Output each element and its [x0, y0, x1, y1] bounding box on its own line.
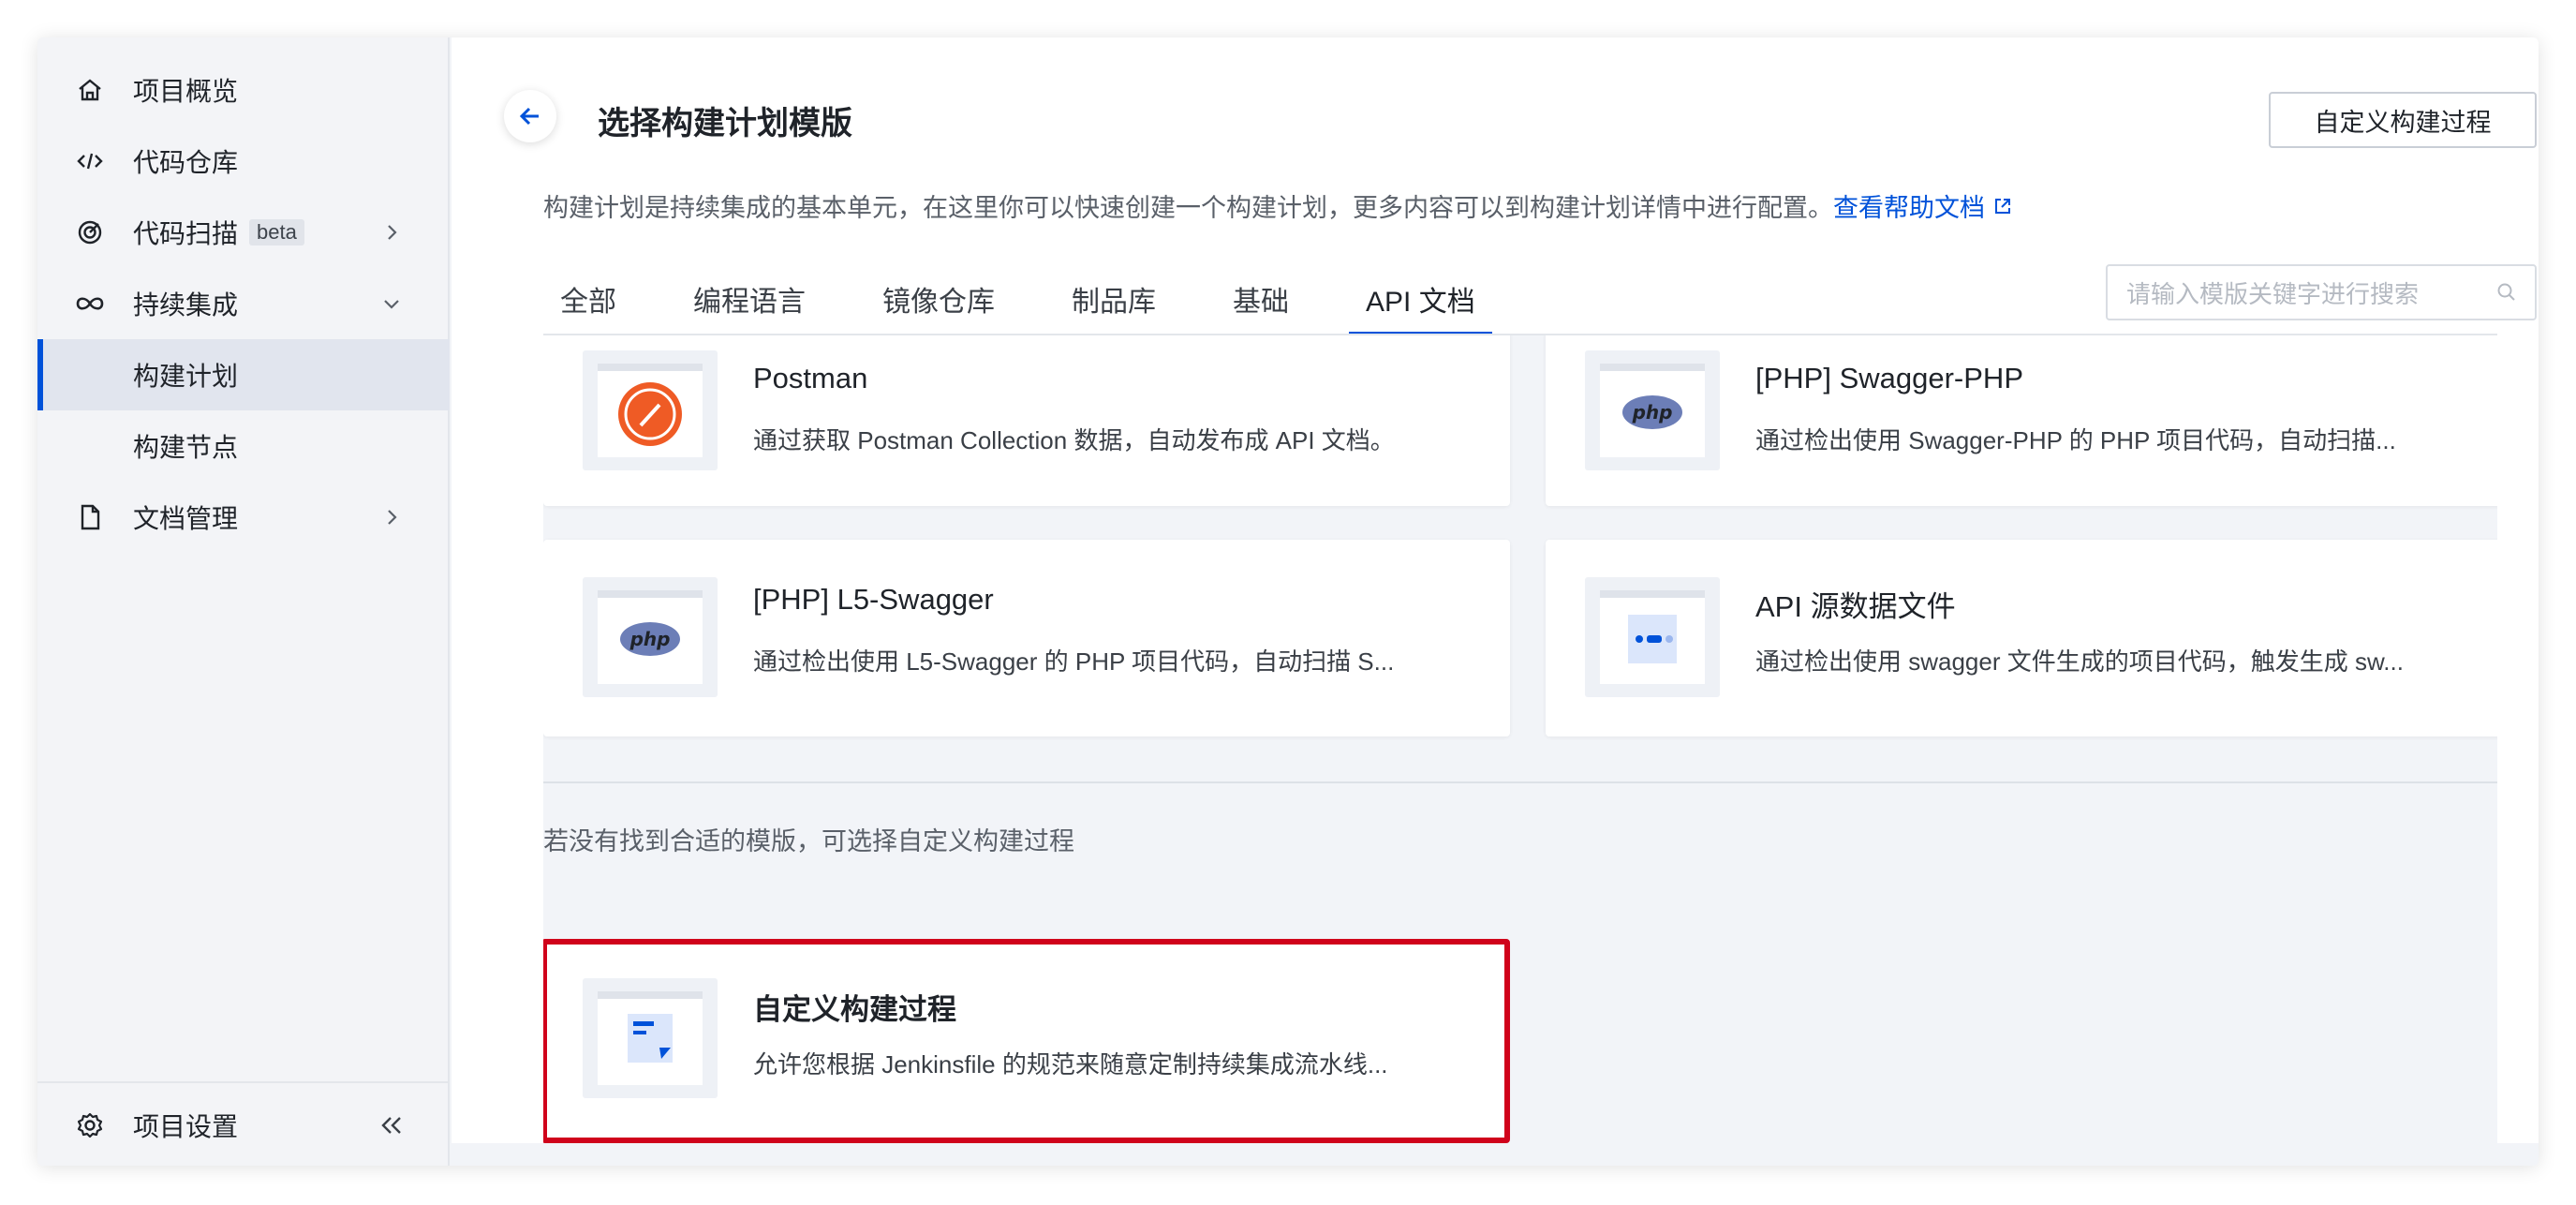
template-title: API 源数据文件 [1755, 590, 1956, 623]
sidebar-item-docs[interactable]: 文档管理 [37, 482, 450, 553]
code-icon [73, 144, 107, 178]
svg-text:php: php [1632, 401, 1673, 424]
tab-basic[interactable]: 基础 [1216, 270, 1306, 335]
tab-artifacts[interactable]: 制品库 [1055, 270, 1173, 335]
template-card-api-data-file[interactable]: API 源数据文件 通过检出使用 swagger 文件生成的项目代码，触发生成 … [1546, 540, 2497, 736]
php-icon: php [1585, 350, 1720, 470]
page-title: 选择构建计划模版 [598, 106, 852, 141]
sidebar-footer: 项目设置 [37, 1081, 450, 1166]
main-footer-strip [452, 1143, 2539, 1166]
sidebar-item-build-node[interactable]: 构建节点 [37, 410, 450, 482]
sidebar-item-label: 持续集成 [133, 290, 239, 320]
template-desc: 通过获取 Postman Collection 数据，自动发布成 API 文档。 [753, 426, 1395, 454]
sidebar-item-build-plan[interactable]: 构建计划 [37, 339, 450, 410]
sidebar-item-label: 构建节点 [133, 433, 239, 462]
sidebar: 项目概览 代码仓库 代码扫描 beta 持续集成 构建计划 构建节点 文档管理 … [37, 37, 450, 1166]
template-title: Postman [753, 362, 868, 394]
infinity-icon [73, 287, 107, 320]
template-card-postman[interactable]: Postman 通过获取 Postman Collection 数据，自动发布成… [543, 335, 1510, 506]
template-title: [PHP] L5-Swagger [753, 583, 994, 616]
tab-api-docs[interactable]: API 文档 [1349, 270, 1492, 335]
custom-hint-text: 若没有找到合适的模版，可选择自定义构建过程 [543, 827, 1074, 855]
sidebar-item-label: 代码仓库 [133, 148, 239, 177]
tab-language[interactable]: 编程语言 [676, 270, 822, 335]
php-icon: php [583, 577, 718, 697]
project-settings-item[interactable]: 项目设置 [37, 1090, 450, 1161]
beta-badge: beta [249, 219, 304, 245]
tab-all[interactable]: 全部 [543, 270, 633, 335]
sidebar-item-label: 文档管理 [133, 504, 239, 533]
document-icon [73, 500, 107, 534]
template-card-l5-swagger[interactable]: php [PHP] L5-Swagger 通过检出使用 L5-Swagger 的… [543, 540, 1510, 736]
template-card-swagger-php[interactable]: php [PHP] Swagger-PHP 通过检出使用 Swagger-PHP… [1546, 335, 2497, 506]
template-search-input[interactable]: 请输入模版关键字进行搜索 [2106, 264, 2537, 320]
chevron-right-icon [377, 217, 407, 247]
collapse-sidebar-icon[interactable] [377, 1110, 407, 1140]
main-panel: 选择构建计划模版 自定义构建过程 构建计划是持续集成的基本单元，在这里你可以快速… [452, 37, 2539, 1143]
sidebar-item-scan[interactable]: 代码扫描 beta [37, 197, 450, 268]
template-desc: 通过检出使用 Swagger-PHP 的 PHP 项目代码，自动扫描... [1755, 426, 2396, 454]
page-description: 构建计划是持续集成的基本单元，在这里你可以快速创建一个构建计划，更多内容可以到构… [543, 187, 2013, 224]
template-tabs: 全部 编程语言 镜像仓库 制品库 基础 API 文档 [543, 270, 1492, 335]
back-button[interactable] [504, 90, 556, 142]
gear-icon [73, 1108, 107, 1142]
project-settings-label: 项目设置 [133, 1112, 239, 1141]
sidebar-item-label: 代码扫描 [133, 219, 239, 248]
template-desc: 通过检出使用 swagger 文件生成的项目代码，触发生成 sw... [1755, 647, 2404, 676]
help-link[interactable]: 查看帮助文档 [1833, 194, 2013, 222]
custom-build-button[interactable]: 自定义构建过程 [2269, 92, 2537, 148]
app-window: 项目概览 代码仓库 代码扫描 beta 持续集成 构建计划 构建节点 文档管理 … [37, 37, 2539, 1166]
sidebar-item-label: 项目概览 [133, 77, 239, 106]
data-file-icon [1585, 577, 1720, 697]
custom-template-icon [583, 978, 718, 1098]
help-link-label: 查看帮助文档 [1833, 194, 1985, 222]
template-desc: 允许您根据 Jenkinsfile 的规范来随意定制持续集成流水线... [753, 1050, 1388, 1079]
home-icon [73, 73, 107, 107]
sidebar-item-repo[interactable]: 代码仓库 [37, 126, 450, 197]
template-list: Postman 通过获取 Postman Collection 数据，自动发布成… [543, 335, 2497, 1143]
template-card-custom[interactable]: 自定义构建过程 允许您根据 Jenkinsfile 的规范来随意定制持续集成流水… [543, 941, 1508, 1141]
sidebar-item-overview[interactable]: 项目概览 [37, 54, 450, 126]
tab-image-repo[interactable]: 镜像仓库 [866, 270, 1012, 335]
sidebar-item-label: 构建计划 [133, 362, 239, 391]
template-title: 自定义构建过程 [753, 993, 956, 1026]
search-placeholder: 请输入模版关键字进行搜索 [2126, 279, 2420, 308]
chevron-down-icon [377, 289, 407, 319]
template-desc: 通过检出使用 L5-Swagger 的 PHP 项目代码，自动扫描 S... [753, 647, 1395, 676]
external-link-icon [1994, 199, 2010, 214]
chevron-right-icon [377, 502, 407, 532]
sidebar-item-ci[interactable]: 持续集成 [37, 268, 450, 339]
template-title: [PHP] Swagger-PHP [1755, 362, 2023, 394]
search-icon [2495, 281, 2518, 310]
arrow-left-icon [519, 107, 539, 126]
svg-text:php: php [629, 628, 671, 650]
description-text: 构建计划是持续集成的基本单元，在这里你可以快速创建一个构建计划，更多内容可以到构… [543, 194, 1833, 222]
section-divider [543, 781, 2497, 783]
scan-icon [73, 216, 107, 249]
postman-icon [583, 350, 718, 470]
